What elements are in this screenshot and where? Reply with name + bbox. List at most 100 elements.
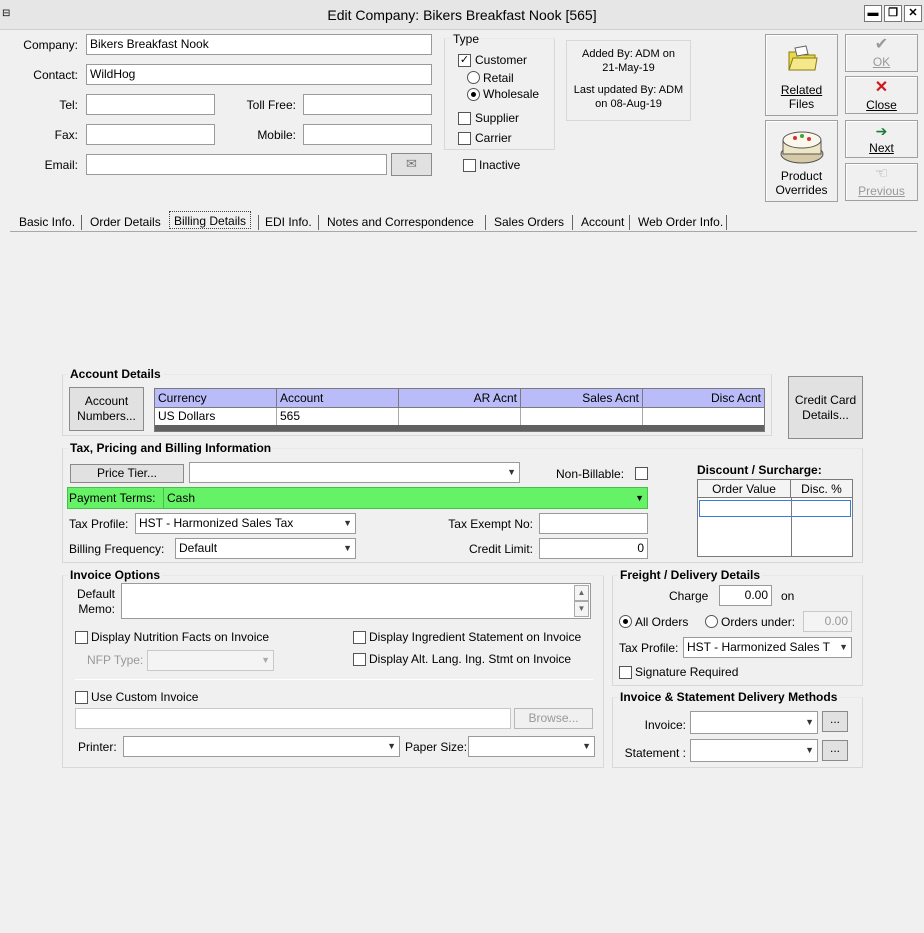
all-orders-radio[interactable] [619, 615, 632, 628]
previous-button[interactable]: ☜ Previous [845, 163, 918, 201]
related-files-button[interactable]: Related Files [765, 34, 838, 116]
orders-under-field[interactable]: 0.00 [803, 611, 852, 632]
ok-button[interactable]: ✔ OK [845, 34, 918, 72]
printer-label: Printer: [78, 740, 117, 754]
inactive-checkbox[interactable] [463, 159, 476, 172]
tab-order-details[interactable]: Order Details [86, 213, 165, 231]
restore-button[interactable]: ❐ [884, 5, 902, 22]
default-memo-textarea[interactable] [121, 583, 591, 619]
ok-label: OK [872, 55, 891, 69]
pointing-hand-icon: ☜ [874, 165, 889, 182]
audit-panel: Added By: ADM on 21-May-19 Last updated … [566, 40, 691, 121]
product-overrides-line1: Product [780, 169, 823, 183]
ingredient-statement-checkbox[interactable] [353, 631, 366, 644]
inactive-label: Inactive [479, 158, 521, 172]
nutrition-facts-checkbox[interactable] [75, 631, 88, 644]
alt-lang-checkbox[interactable] [353, 653, 366, 666]
tab-basic-info[interactable]: Basic Info. [15, 213, 79, 231]
tax-profile-select[interactable]: HST - Harmonized Sales Tax ▼ [135, 513, 356, 534]
browse-button[interactable]: Browse... [514, 708, 593, 729]
supplier-checkbox[interactable] [458, 112, 471, 125]
statement-method-more-button[interactable]: ... [822, 740, 848, 761]
tab-separator [572, 215, 573, 230]
charge-field[interactable]: 0.00 [719, 585, 772, 606]
close-window-button[interactable]: ✕ [904, 5, 922, 22]
account-numbers-line2: Numbers... [77, 409, 136, 423]
payment-terms-label: Payment Terms: [69, 491, 156, 505]
charge-label: Charge [669, 589, 709, 603]
custom-invoice-checkbox[interactable] [75, 691, 88, 704]
minimize-button[interactable]: ▬ [864, 5, 882, 22]
freight-tax-profile-label: Tax Profile: [619, 641, 679, 655]
account-grid[interactable]: Currency Account AR Acnt Sales Acnt Disc… [154, 388, 765, 432]
tab-notes[interactable]: Notes and Correspondence [323, 213, 478, 231]
custom-invoice-label: Use Custom Invoice [91, 690, 199, 704]
next-button[interactable]: ➔ Next [845, 120, 918, 158]
tollfree-field[interactable] [303, 94, 432, 115]
tax-exempt-field[interactable] [539, 513, 648, 534]
price-tier-select[interactable]: ▼ [189, 462, 520, 483]
wholesale-radio[interactable] [467, 88, 480, 101]
chevron-down-icon: ▼ [261, 655, 270, 665]
nutrition-facts-label: Display Nutrition Facts on Invoice [91, 630, 270, 644]
tab-separator [726, 215, 727, 230]
chevron-down-icon: ▼ [387, 741, 396, 751]
signature-required-checkbox[interactable] [619, 666, 632, 679]
divider [75, 679, 593, 680]
credit-card-details-button[interactable]: Credit Card Details... [788, 376, 863, 439]
scroll-up-icon[interactable]: ▲ [574, 585, 589, 601]
send-email-button[interactable]: ✉ [391, 153, 432, 176]
orders-under-label: Orders under: [721, 615, 796, 629]
email-field[interactable] [86, 154, 387, 175]
company-field[interactable]: Bikers Breakfast Nook [86, 34, 432, 55]
payment-terms-select[interactable]: Cash ▼ [163, 488, 647, 508]
mobile-field[interactable] [303, 124, 432, 145]
price-tier-button[interactable]: Price Tier... [70, 464, 184, 483]
grid-header-disc-acnt: Disc Acnt [643, 389, 764, 407]
paper-size-select[interactable]: ▼ [468, 736, 595, 757]
close-button[interactable]: ✕ Close [845, 76, 918, 114]
tab-web-order-info[interactable]: Web Order Info. [634, 213, 727, 231]
invoice-options-title: Invoice Options [68, 568, 163, 582]
freight-tax-profile-select[interactable]: HST - Harmonized Sales T ▼ [683, 637, 852, 658]
statement-method-select[interactable]: ▼ [690, 739, 818, 762]
discount-row[interactable] [699, 500, 851, 517]
table-row[interactable]: US Dollars 565 [155, 407, 764, 425]
discount-grid[interactable]: Order Value Disc. % [697, 479, 853, 557]
invoice-method-more-button[interactable]: ... [822, 711, 848, 732]
contact-field[interactable]: WildHog [86, 64, 432, 85]
grid-header-account: Account [277, 389, 399, 407]
on-label: on [781, 589, 795, 603]
scroll-down-icon[interactable]: ▼ [574, 601, 589, 617]
custom-invoice-path-field[interactable] [75, 708, 511, 729]
non-billable-checkbox[interactable] [635, 467, 648, 480]
nfp-type-select[interactable]: ▼ [147, 650, 274, 671]
billing-frequency-select[interactable]: Default ▼ [175, 538, 356, 559]
customer-checkbox[interactable]: ✓ [458, 54, 471, 67]
account-numbers-button[interactable]: Account Numbers... [69, 387, 144, 431]
mobile-label: Mobile: [257, 128, 296, 142]
invoice-method-select[interactable]: ▼ [690, 711, 818, 734]
delivery-methods-title: Invoice & Statement Delivery Methods [618, 690, 840, 704]
product-overrides-button[interactable]: Product Overrides [765, 120, 838, 202]
folder-icon [788, 45, 818, 71]
discount-header-order-value: Order Value [698, 480, 791, 498]
updated-by-line1: Last updated By: ADM [573, 84, 684, 96]
printer-select[interactable]: ▼ [123, 736, 400, 757]
billing-frequency-label: Billing Frequency: [69, 542, 165, 556]
grid-scrollbar[interactable] [155, 425, 764, 431]
tab-sales-orders[interactable]: Sales Orders [490, 213, 568, 231]
orders-under-radio[interactable] [705, 615, 718, 628]
cake-icon [780, 131, 824, 164]
tab-edi-info[interactable]: EDI Info. [261, 213, 316, 231]
tab-billing-details[interactable]: Billing Details [169, 211, 252, 229]
tab-account[interactable]: Account [577, 213, 628, 231]
carrier-checkbox[interactable] [458, 132, 471, 145]
next-page-icon: ➔ [875, 123, 888, 139]
credit-limit-field[interactable]: 0 [539, 538, 648, 559]
fax-field[interactable] [86, 124, 215, 145]
tel-field[interactable] [86, 94, 215, 115]
retail-radio[interactable] [467, 71, 480, 84]
statement-method-label: Statement : [624, 746, 686, 760]
chevron-down-icon: ▼ [582, 741, 591, 751]
